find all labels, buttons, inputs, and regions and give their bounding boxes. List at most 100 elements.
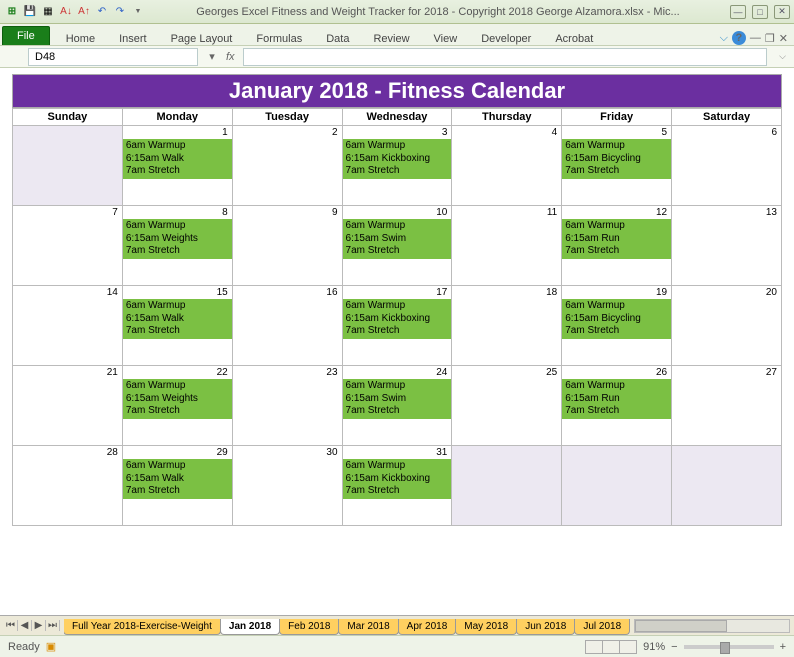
calendar-cell[interactable]: 20 <box>672 286 782 366</box>
ribbon-tab-view[interactable]: View <box>422 30 470 48</box>
sub-restore-icon[interactable]: ❐ <box>765 32 775 45</box>
calendar-cell[interactable]: 16 <box>232 286 342 366</box>
sheet-tab[interactable]: May 2018 <box>455 619 517 635</box>
calendar-cell[interactable]: 27 <box>672 366 782 446</box>
event-block: 6am Warmup6:15am Run7am Stretch <box>562 219 671 259</box>
calendar-cell[interactable]: 36am Warmup6:15am Kickboxing7am Stretch <box>342 126 452 206</box>
maximize-button[interactable]: □ <box>752 5 768 19</box>
sheet-tab[interactable]: Apr 2018 <box>398 619 457 635</box>
horizontal-scrollbar[interactable] <box>634 619 790 633</box>
sort-icon[interactable]: A↓ <box>58 4 74 20</box>
sheet-tab[interactable]: Feb 2018 <box>279 619 339 635</box>
day-header: Sunday <box>13 109 123 126</box>
undo-icon[interactable]: ↶ <box>94 4 110 20</box>
fx-label[interactable]: fx <box>226 51 235 63</box>
calendar-cell[interactable]: 30 <box>232 446 342 526</box>
calendar-cell[interactable] <box>13 126 123 206</box>
calendar-cell[interactable]: 86am Warmup6:15am Weights7am Stretch <box>122 206 232 286</box>
calendar-cell[interactable]: 196am Warmup6:15am Bicycling7am Stretch <box>562 286 672 366</box>
sheet-nav-next-icon[interactable]: ▶ <box>32 620 46 631</box>
print-icon[interactable]: ▦ <box>40 4 56 20</box>
day-number: 13 <box>672 206 781 219</box>
zoom-in-button[interactable]: + <box>780 641 786 653</box>
calendar-cell[interactable]: 9 <box>232 206 342 286</box>
calendar-cell[interactable]: 16am Warmup6:15am Walk7am Stretch <box>122 126 232 206</box>
ribbon-tab-developer[interactable]: Developer <box>469 30 543 48</box>
sheet-tab[interactable]: Full Year 2018-Exercise-Weight <box>64 619 221 635</box>
qat-dropdown-icon[interactable]: ▼ <box>130 4 146 20</box>
calendar-cell[interactable]: 316am Warmup6:15am Kickboxing7am Stretch <box>342 446 452 526</box>
calendar-cell[interactable]: 23 <box>232 366 342 446</box>
ribbon-tab-page-layout[interactable]: Page Layout <box>159 30 245 48</box>
zoom-slider[interactable] <box>684 645 774 649</box>
sheet-nav-last-icon[interactable]: ⏭ <box>46 620 60 631</box>
zoom-level[interactable]: 91% <box>643 641 665 653</box>
calendar-cell[interactable]: 21 <box>13 366 123 446</box>
sheet-tab[interactable]: Jan 2018 <box>220 619 280 635</box>
spreadsheet-area[interactable]: January 2018 - Fitness Calendar SundayMo… <box>0 68 794 632</box>
calendar-cell[interactable]: 4 <box>452 126 562 206</box>
redo-icon[interactable]: ↷ <box>112 4 128 20</box>
calendar-cell[interactable]: 266am Warmup6:15am Run7am Stretch <box>562 366 672 446</box>
calendar-title: January 2018 - Fitness Calendar <box>12 74 782 108</box>
page-layout-view-button[interactable] <box>602 640 620 654</box>
sheet-tab[interactable]: Mar 2018 <box>338 619 398 635</box>
formula-input[interactable] <box>243 48 768 66</box>
event-block: 6am Warmup6:15am Walk7am Stretch <box>123 459 232 499</box>
zoom-out-button[interactable]: − <box>671 641 677 653</box>
ribbon-tab-review[interactable]: Review <box>361 30 421 48</box>
save-icon[interactable]: 💾 <box>22 4 38 20</box>
normal-view-button[interactable] <box>585 640 603 654</box>
calendar-cell[interactable]: 14 <box>13 286 123 366</box>
calendar-cell[interactable]: 25 <box>452 366 562 446</box>
status-bar: Ready ▣ 91% − + <box>0 635 794 657</box>
day-header: Thursday <box>452 109 562 126</box>
close-button[interactable]: ✕ <box>774 5 790 19</box>
sub-close-icon[interactable]: ✕ <box>779 32 788 45</box>
calendar-cell[interactable]: 226am Warmup6:15am Weights7am Stretch <box>122 366 232 446</box>
ribbon-tab-formulas[interactable]: Formulas <box>244 30 314 48</box>
calendar-cell[interactable]: 11 <box>452 206 562 286</box>
sheet-tab[interactable]: Jul 2018 <box>574 619 630 635</box>
calendar-cell[interactable]: 6 <box>672 126 782 206</box>
ribbon-tab-home[interactable]: Home <box>54 30 107 48</box>
minimize-button[interactable]: — <box>730 5 746 19</box>
day-number: 14 <box>13 286 122 299</box>
name-box[interactable]: D48 <box>28 48 198 66</box>
calendar-cell[interactable]: 126am Warmup6:15am Run7am Stretch <box>562 206 672 286</box>
calendar-cell[interactable] <box>452 446 562 526</box>
calendar-cell[interactable]: 246am Warmup6:15am Swim7am Stretch <box>342 366 452 446</box>
ribbon-tab-data[interactable]: Data <box>314 30 361 48</box>
sort2-icon[interactable]: A↑ <box>76 4 92 20</box>
help-icon[interactable]: ? <box>732 31 746 45</box>
calendar-cell[interactable] <box>672 446 782 526</box>
calendar-cell[interactable]: 7 <box>13 206 123 286</box>
sub-minimize-icon[interactable]: — <box>750 32 761 44</box>
calendar-cell[interactable]: 18 <box>452 286 562 366</box>
calendar-cell[interactable]: 2 <box>232 126 342 206</box>
ribbon-collapse-icon[interactable]: ⌵ <box>720 32 728 45</box>
calendar-cell[interactable]: 56am Warmup6:15am Bicycling7am Stretch <box>562 126 672 206</box>
page-break-view-button[interactable] <box>619 640 637 654</box>
calendar-cell[interactable]: 106am Warmup6:15am Swim7am Stretch <box>342 206 452 286</box>
excel-icon[interactable]: ⊞ <box>4 4 20 20</box>
calendar-cell[interactable] <box>562 446 672 526</box>
sheet-nav-prev-icon[interactable]: ◀ <box>18 620 32 631</box>
day-number: 6 <box>672 126 781 139</box>
sheet-nav-first-icon[interactable]: ⏮ <box>4 620 18 631</box>
window-controls: — □ ✕ <box>730 5 790 19</box>
calendar-cell[interactable]: 176am Warmup6:15am Kickboxing7am Stretch <box>342 286 452 366</box>
formula-expand-icon[interactable]: ⌵ <box>779 51 786 62</box>
event-block: 6am Warmup6:15am Walk7am Stretch <box>123 299 232 339</box>
sheet-tab[interactable]: Jun 2018 <box>516 619 575 635</box>
calendar-cell[interactable]: 13 <box>672 206 782 286</box>
file-tab[interactable]: File <box>2 26 50 45</box>
ribbon-tab-insert[interactable]: Insert <box>107 30 159 48</box>
namebox-dropdown-icon[interactable]: ▾ <box>206 50 218 63</box>
calendar-cell[interactable]: 296am Warmup6:15am Walk7am Stretch <box>122 446 232 526</box>
day-header: Tuesday <box>232 109 342 126</box>
calendar-cell[interactable]: 28 <box>13 446 123 526</box>
ribbon-tab-acrobat[interactable]: Acrobat <box>543 30 605 48</box>
day-number: 3 <box>343 126 452 139</box>
calendar-cell[interactable]: 156am Warmup6:15am Walk7am Stretch <box>122 286 232 366</box>
